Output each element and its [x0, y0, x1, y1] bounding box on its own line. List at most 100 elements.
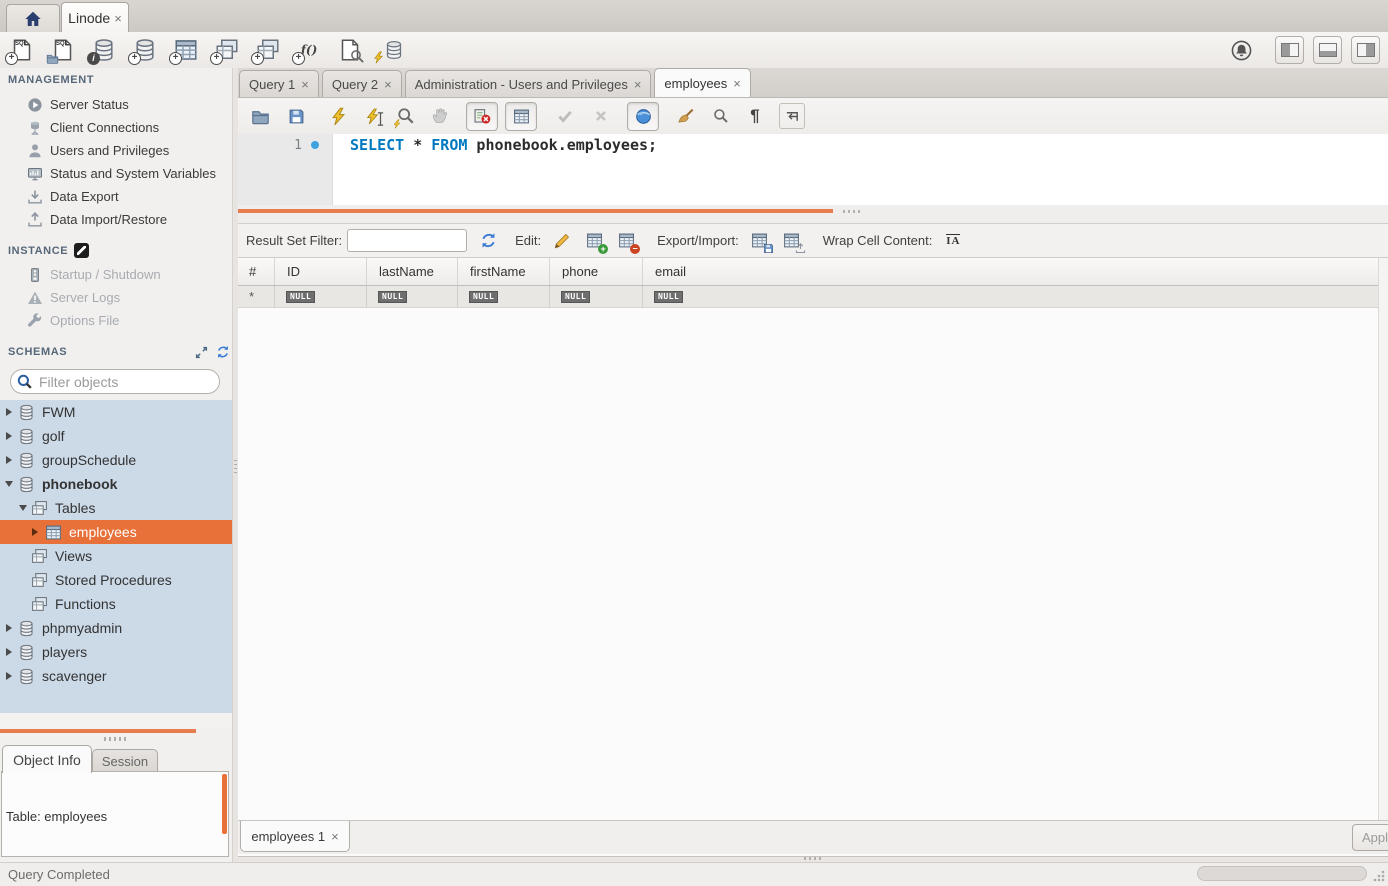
null-value-badge[interactable]: NULL [378, 291, 407, 303]
null-value-badge[interactable]: NULL [561, 291, 590, 303]
create-table-button[interactable]: + [173, 37, 199, 63]
column-header-id[interactable]: ID [275, 258, 367, 285]
window-resize-grip[interactable] [1372, 869, 1386, 883]
schema-node-players[interactable]: players [0, 640, 232, 664]
chevron-right-icon[interactable] [4, 624, 14, 632]
sidebar-item-server-status[interactable]: Server Status [0, 93, 232, 116]
delete-row-button[interactable]: – [615, 230, 637, 252]
schema-node-golf[interactable]: golf [0, 424, 232, 448]
tree-node-views[interactable]: Views [0, 544, 232, 568]
execute-current-statement-button[interactable] [360, 104, 384, 128]
tab-employees[interactable]: employees × [654, 68, 750, 97]
result-grid-new-row[interactable]: * NULL NULL NULL NULL NULL [238, 286, 1388, 308]
null-value-badge[interactable]: NULL [286, 291, 315, 303]
sidebar-item-status-system-variables[interactable]: Status and System Variables [0, 162, 232, 185]
schema-node-fwm[interactable]: FWM [0, 400, 232, 424]
chevron-right-icon[interactable] [30, 528, 40, 536]
toggle-left-sidebar-button[interactable] [1275, 36, 1304, 64]
find-button[interactable] [709, 104, 733, 128]
create-schema-button[interactable]: + [132, 37, 158, 63]
apply-button[interactable]: Apply [1352, 824, 1388, 851]
chevron-right-icon[interactable] [4, 648, 14, 656]
add-row-button[interactable]: + [583, 230, 605, 252]
column-header-phone[interactable]: phone [550, 258, 643, 285]
toggle-right-sidebar-button[interactable] [1351, 36, 1380, 64]
result-grid-body[interactable] [238, 308, 1388, 820]
result-filter-input[interactable] [347, 229, 467, 252]
sidebar-item-server-logs[interactable]: Server Logs [0, 286, 232, 309]
tab-query-1[interactable]: Query 1 × [239, 70, 319, 97]
save-script-button[interactable] [284, 104, 308, 128]
show-invisible-characters-button[interactable]: ¶ [743, 104, 767, 128]
chevron-right-icon[interactable] [4, 432, 14, 440]
toggle-autocommit-button[interactable] [627, 102, 659, 131]
close-icon[interactable]: × [384, 78, 392, 91]
open-sql-script-button[interactable]: SQL [50, 37, 76, 63]
splitter-grip[interactable] [843, 210, 861, 213]
chevron-down-icon[interactable] [18, 505, 28, 511]
schema-node-phonebook[interactable]: phonebook [0, 472, 232, 496]
toggle-bottom-panel-button[interactable] [1313, 36, 1342, 64]
execute-button[interactable] [326, 104, 350, 128]
import-records-button[interactable] [781, 230, 803, 252]
close-icon[interactable]: × [733, 77, 741, 90]
sidebar-item-client-connections[interactable]: Client Connections [0, 116, 232, 139]
search-table-data-button[interactable] [337, 37, 363, 63]
tree-node-functions[interactable]: Functions [0, 592, 232, 616]
open-script-button[interactable] [248, 104, 272, 128]
export-recordset-button[interactable] [749, 230, 771, 252]
horizontal-scrollbar-thumb[interactable] [1197, 866, 1367, 881]
tab-session[interactable]: Session [92, 749, 158, 773]
sql-code-editor[interactable]: 1 SELECT * FROM phonebook.employees; [238, 134, 1388, 205]
create-procedure-button[interactable]: + [255, 37, 281, 63]
create-function-button[interactable]: f() + [296, 37, 322, 63]
close-icon[interactable]: × [301, 78, 309, 91]
close-icon[interactable]: × [114, 12, 122, 25]
new-sql-editor-button[interactable]: SQL + [9, 37, 35, 63]
edit-record-button[interactable] [551, 230, 573, 252]
bottom-splitter-grip[interactable] [804, 857, 822, 860]
tab-query-2[interactable]: Query 2 × [322, 70, 402, 97]
column-header-firstname[interactable]: firstName [458, 258, 550, 285]
schema-node-phpmyadmin[interactable]: phpmyadmin [0, 616, 232, 640]
chevron-down-icon[interactable] [4, 481, 14, 487]
inspect-database-button[interactable]: i [91, 37, 117, 63]
tab-administration-users-privileges[interactable]: Administration - Users and Privileges × [405, 70, 652, 97]
explain-button[interactable] [394, 104, 418, 128]
chevron-right-icon[interactable] [4, 408, 14, 416]
result-grid-vertical-scrollbar[interactable] [1378, 258, 1388, 820]
result-tab-employees-1[interactable]: employees 1 × [240, 821, 350, 852]
tree-node-tables[interactable]: Tables [0, 496, 232, 520]
home-screen-tab[interactable] [6, 4, 60, 33]
limit-rows-button[interactable] [505, 102, 537, 131]
column-header-lastname[interactable]: lastName [367, 258, 458, 285]
column-header-email[interactable]: email [643, 258, 1388, 285]
reconnect-database-button[interactable] [378, 37, 404, 63]
refresh-resultset-button[interactable] [477, 230, 499, 252]
column-header-rownum[interactable]: # [238, 258, 275, 285]
sidebar-item-data-export[interactable]: Data Export [0, 185, 232, 208]
sidebar-item-startup-shutdown[interactable]: Startup / Shutdown [0, 263, 232, 286]
sidebar-item-users-and-privileges[interactable]: Users and Privileges [0, 139, 232, 162]
expand-schemas-icon[interactable] [195, 346, 208, 359]
tab-object-info[interactable]: Object Info [2, 745, 92, 773]
notifications-icon[interactable] [1231, 40, 1252, 61]
null-value-badge[interactable]: NULL [469, 291, 498, 303]
sidebar-item-data-import-restore[interactable]: Data Import/Restore [0, 208, 232, 231]
close-icon[interactable]: × [634, 78, 642, 91]
sidebar-item-options-file[interactable]: Options File [0, 309, 232, 332]
refresh-schemas-icon[interactable] [216, 345, 230, 359]
toggle-stop-on-error-button[interactable] [466, 102, 498, 131]
toggle-wrap-button[interactable] [779, 103, 805, 129]
close-icon[interactable]: × [331, 830, 339, 843]
chevron-right-icon[interactable] [4, 456, 14, 464]
sidebar-splitter-grip[interactable] [104, 737, 126, 741]
editor-results-splitter[interactable] [238, 205, 1388, 223]
connection-tab-linode[interactable]: Linode × [61, 2, 129, 33]
chevron-right-icon[interactable] [4, 672, 14, 680]
schema-filter-input[interactable] [37, 373, 219, 391]
tree-node-employees[interactable]: employees [0, 520, 232, 544]
tree-node-stored-procedures[interactable]: Stored Procedures [0, 568, 232, 592]
schema-node-groupschedule[interactable]: groupSchedule [0, 448, 232, 472]
schema-node-scavenger[interactable]: scavenger [0, 664, 232, 688]
